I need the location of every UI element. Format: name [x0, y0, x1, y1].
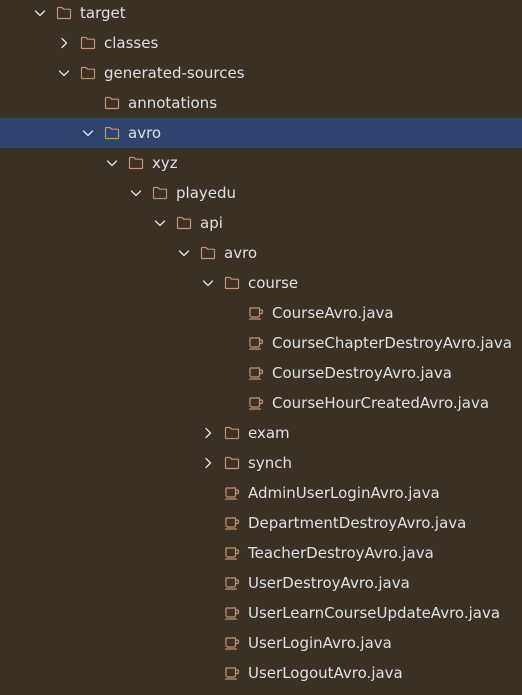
tree-item-label: avro: [224, 244, 258, 262]
tree-item-label: api: [200, 214, 223, 232]
tree-item-label: xyz: [152, 154, 178, 172]
tree-item-courseavro-java[interactable]: CourseAvro.java: [0, 298, 522, 328]
folder-icon: [176, 215, 192, 231]
tree-item-annotations[interactable]: annotations: [0, 88, 522, 118]
java-cup-icon: [248, 395, 264, 411]
tree-item-label: DepartmentDestroyAvro.java: [248, 514, 467, 532]
java-cup-icon: [224, 515, 240, 531]
chevron-down-icon[interactable]: [56, 65, 72, 81]
java-cup-icon: [248, 365, 264, 381]
tree-item-exam[interactable]: exam: [0, 418, 522, 448]
tree-item-adminuserloginavro-java[interactable]: AdminUserLoginAvro.java: [0, 478, 522, 508]
tree-item-teacherdestroyavro-java[interactable]: TeacherDestroyAvro.java: [0, 538, 522, 568]
tree-item-label: TeacherDestroyAvro.java: [248, 544, 434, 562]
chevron-down-icon[interactable]: [104, 155, 120, 171]
java-cup-icon: [224, 485, 240, 501]
folder-icon: [56, 5, 72, 21]
folder-icon: [128, 155, 144, 171]
folder-icon: [152, 185, 168, 201]
folder-icon: [224, 425, 240, 441]
tree-item-userlearncourseupdateavro-java[interactable]: UserLearnCourseUpdateAvro.java: [0, 598, 522, 628]
tree-item-api[interactable]: api: [0, 208, 522, 238]
project-tree: target classes generated-sources annotation…: [0, 0, 522, 695]
tree-item-label: course: [248, 274, 299, 292]
tree-item-label: UserDestroyAvro.java: [248, 574, 410, 592]
folder-icon: [80, 65, 96, 81]
java-cup-icon: [224, 605, 240, 621]
folder-icon: [224, 275, 240, 291]
tree-item-userdestroyavro-java[interactable]: UserDestroyAvro.java: [0, 568, 522, 598]
tree-item-course[interactable]: course: [0, 268, 522, 298]
java-cup-icon: [224, 575, 240, 591]
folder-icon: [104, 95, 120, 111]
chevron-down-icon[interactable]: [32, 5, 48, 21]
tree-item-avro[interactable]: avro: [0, 238, 522, 268]
tree-item-departmentdestroyavro-java[interactable]: DepartmentDestroyAvro.java: [0, 508, 522, 538]
tree-item-avro[interactable]: avro: [0, 118, 522, 148]
tree-item-xyz[interactable]: xyz: [0, 148, 522, 178]
tree-item-label: UserLearnCourseUpdateAvro.java: [248, 604, 501, 622]
tree-item-coursechapterdestroyavro-java[interactable]: CourseChapterDestroyAvro.java: [0, 328, 522, 358]
folder-icon: [200, 245, 216, 261]
tree-item-label: AdminUserLoginAvro.java: [248, 484, 440, 502]
tree-item-label: generated-sources: [104, 64, 245, 82]
tree-item-classes[interactable]: classes: [0, 28, 522, 58]
tree-item-label: synch: [248, 454, 292, 472]
tree-item-playedu[interactable]: playedu: [0, 178, 522, 208]
tree-item-target[interactable]: target: [0, 0, 522, 28]
tree-item-label: playedu: [176, 184, 237, 202]
folder-icon: [104, 125, 120, 141]
java-cup-icon: [224, 665, 240, 681]
chevron-down-icon[interactable]: [152, 215, 168, 231]
chevron-down-icon[interactable]: [176, 245, 192, 261]
tree-item-label: annotations: [128, 94, 218, 112]
tree-item-label: target: [80, 4, 126, 22]
tree-item-label: CourseDestroyAvro.java: [272, 364, 452, 382]
tree-item-synch[interactable]: synch: [0, 448, 522, 478]
chevron-right-icon[interactable]: [200, 425, 216, 441]
tree-item-label: UserLoginAvro.java: [248, 634, 392, 652]
tree-item-userloginavro-java[interactable]: UserLoginAvro.java: [0, 628, 522, 658]
tree-item-coursehourcreatedavro-java[interactable]: CourseHourCreatedAvro.java: [0, 388, 522, 418]
tree-item-label: UserLogoutAvro.java: [248, 664, 403, 682]
java-cup-icon: [224, 545, 240, 561]
chevron-right-icon[interactable]: [56, 35, 72, 51]
chevron-down-icon[interactable]: [80, 125, 96, 141]
tree-item-label: CourseAvro.java: [272, 304, 394, 322]
tree-item-label: classes: [104, 34, 159, 52]
chevron-right-icon[interactable]: [200, 455, 216, 471]
java-cup-icon: [248, 335, 264, 351]
chevron-down-icon[interactable]: [200, 275, 216, 291]
chevron-down-icon[interactable]: [128, 185, 144, 201]
tree-item-coursedestroyavro-java[interactable]: CourseDestroyAvro.java: [0, 358, 522, 388]
tree-item-label: CourseHourCreatedAvro.java: [272, 394, 490, 412]
folder-icon: [224, 455, 240, 471]
java-cup-icon: [224, 635, 240, 651]
tree-item-userlogoutavro-java[interactable]: UserLogoutAvro.java: [0, 658, 522, 688]
tree-item-label: CourseChapterDestroyAvro.java: [272, 334, 512, 352]
tree-item-generated-sources[interactable]: generated-sources: [0, 58, 522, 88]
java-cup-icon: [248, 305, 264, 321]
tree-item-label: exam: [248, 424, 290, 442]
tree-item-label: avro: [128, 124, 162, 142]
folder-icon: [80, 35, 96, 51]
